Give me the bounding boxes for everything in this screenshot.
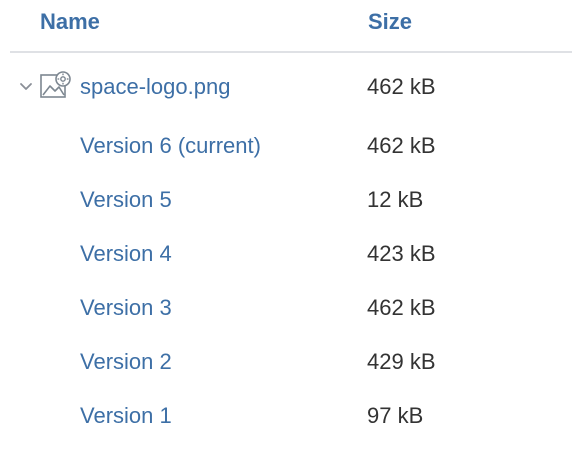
version-row: Version 5 12 kB [0, 173, 572, 227]
version-row: Version 3 462 kB [0, 281, 572, 335]
image-file-icon [39, 71, 73, 101]
version-row: Version 2 429 kB [0, 335, 572, 389]
version-link[interactable]: Version 6 (current) [80, 133, 261, 159]
version-size: 429 kB [367, 349, 436, 374]
column-header-size[interactable]: Size [368, 9, 412, 35]
version-row: Version 4 423 kB [0, 227, 572, 281]
version-size: 12 kB [367, 187, 424, 212]
version-size: 423 kB [367, 241, 436, 266]
file-row: space-logo.png 462 kB [0, 60, 572, 114]
version-link[interactable]: Version 2 [80, 349, 172, 375]
file-name-link[interactable]: space-logo.png [80, 74, 230, 100]
file-size: 462 kB [367, 74, 436, 99]
column-header-name[interactable]: Name [40, 9, 100, 35]
version-size: 462 kB [367, 295, 436, 320]
version-size: 97 kB [367, 403, 424, 428]
attachment-versions-table: Name Size space-logo.png 462 kB Version … [0, 0, 572, 451]
table-header: Name Size [0, 0, 572, 54]
version-link[interactable]: Version 5 [80, 187, 172, 213]
version-row: Version 6 (current) 462 kB [0, 119, 572, 173]
version-link[interactable]: Version 1 [80, 403, 172, 429]
version-link[interactable]: Version 3 [80, 295, 172, 321]
header-divider [10, 51, 572, 53]
version-row: Version 1 97 kB [0, 389, 572, 443]
chevron-down-icon[interactable] [18, 80, 34, 94]
version-size: 462 kB [367, 133, 436, 158]
version-link[interactable]: Version 4 [80, 241, 172, 267]
